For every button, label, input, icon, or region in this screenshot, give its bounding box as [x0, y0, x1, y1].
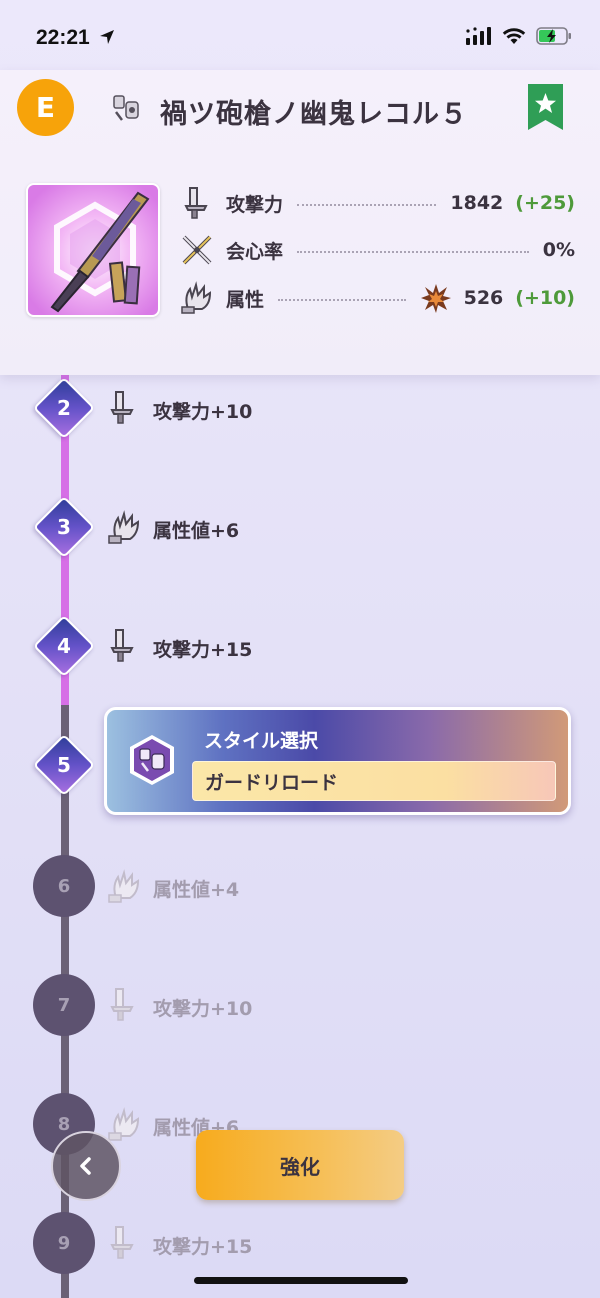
fire-burst-icon: [420, 284, 451, 313]
upgrade-label: 属性値+4: [153, 879, 240, 901]
status-icons: [466, 27, 572, 45]
status-time: 22:21: [36, 26, 116, 50]
crossed-swords-icon: [182, 235, 212, 265]
weapon-image: [26, 183, 160, 317]
level-number: 9: [57, 1232, 71, 1254]
weapon-art-icon: [28, 185, 158, 315]
weapon-name: 禍ツ砲槍ノ幽鬼レコル５: [160, 99, 468, 130]
blade-icon: [110, 1226, 134, 1259]
time-text: 22:21: [36, 26, 90, 49]
dotted-leader: [278, 299, 406, 301]
level-number: 6: [57, 875, 71, 897]
level-number: 5: [57, 753, 71, 777]
rank-badge: E: [17, 79, 74, 136]
blade-icon: [110, 988, 134, 1021]
stat-value: 1842: [450, 192, 504, 214]
level-node-locked: 9: [33, 1212, 95, 1274]
blade-icon: [110, 629, 134, 662]
level-number: 4: [57, 634, 71, 658]
upgrade-label: 攻撃力+10: [153, 998, 253, 1020]
star-bookmark-icon[interactable]: [528, 84, 563, 130]
style-select-title: スタイル選択: [204, 730, 319, 752]
level-node-locked: 7: [33, 974, 95, 1036]
level-node: 4: [32, 614, 96, 678]
dotted-leader: [297, 251, 529, 253]
level-number: 3: [57, 515, 71, 539]
upgrade-label: 攻撃力+15: [153, 1236, 253, 1258]
stat-bonus: (+10): [515, 287, 575, 309]
stat-bonus: (+25): [515, 192, 575, 214]
weapon-header: E 禍ツ砲槍ノ幽鬼レコル５ 攻撃力 1842 (+25) 会心率 0% 属性 5…: [0, 70, 600, 375]
element-icon: [108, 1107, 139, 1141]
level-node-locked: 6: [33, 855, 95, 917]
wifi-icon: [502, 28, 526, 44]
enhance-button[interactable]: 強化: [196, 1130, 404, 1200]
battery-charging-icon: [536, 27, 571, 45]
style-select-card[interactable]: スタイル選択 ガードリロード: [104, 707, 571, 815]
stat-row-affinity: 会心率 0%: [180, 230, 575, 270]
cellular-signal-icon: [466, 27, 491, 45]
upgrade-label: 攻撃力+10: [153, 401, 253, 423]
level-number: 7: [57, 994, 71, 1016]
element-icon: [108, 869, 139, 903]
blade-icon: [110, 391, 134, 424]
blade-icon: [184, 187, 208, 219]
style-select-field[interactable]: ガードリロード: [192, 761, 556, 801]
element-icon: [181, 281, 212, 314]
stat-value: 0%: [542, 239, 575, 261]
level-number: 2: [57, 396, 71, 420]
level-node: 2: [32, 376, 96, 440]
upgrade-label: 攻撃力+15: [153, 639, 253, 661]
dotted-leader: [297, 204, 437, 206]
stat-row-element: 属性 526 (+10): [180, 278, 575, 318]
level-node: 3: [32, 495, 96, 559]
upgrade-label: 属性値+6: [153, 520, 240, 542]
level-node-current: 5: [32, 733, 96, 797]
element-icon: [108, 510, 139, 544]
back-button[interactable]: [51, 1131, 121, 1201]
chevron-left-icon: [80, 1157, 91, 1175]
home-indicator[interactable]: [194, 1277, 408, 1284]
level-number: 8: [57, 1113, 71, 1135]
stat-label: 会心率: [226, 240, 284, 263]
stat-value: 526: [463, 287, 504, 309]
stat-row-attack: 攻撃力 1842 (+25): [180, 183, 575, 223]
gunlance-style-icon: [130, 735, 174, 785]
status-bar: 22:21: [0, 0, 600, 70]
stat-label: 攻撃力: [226, 193, 284, 216]
gunlance-icon: [113, 95, 139, 121]
stat-label: 属性: [226, 288, 265, 311]
location-arrow-icon: [99, 30, 114, 44]
